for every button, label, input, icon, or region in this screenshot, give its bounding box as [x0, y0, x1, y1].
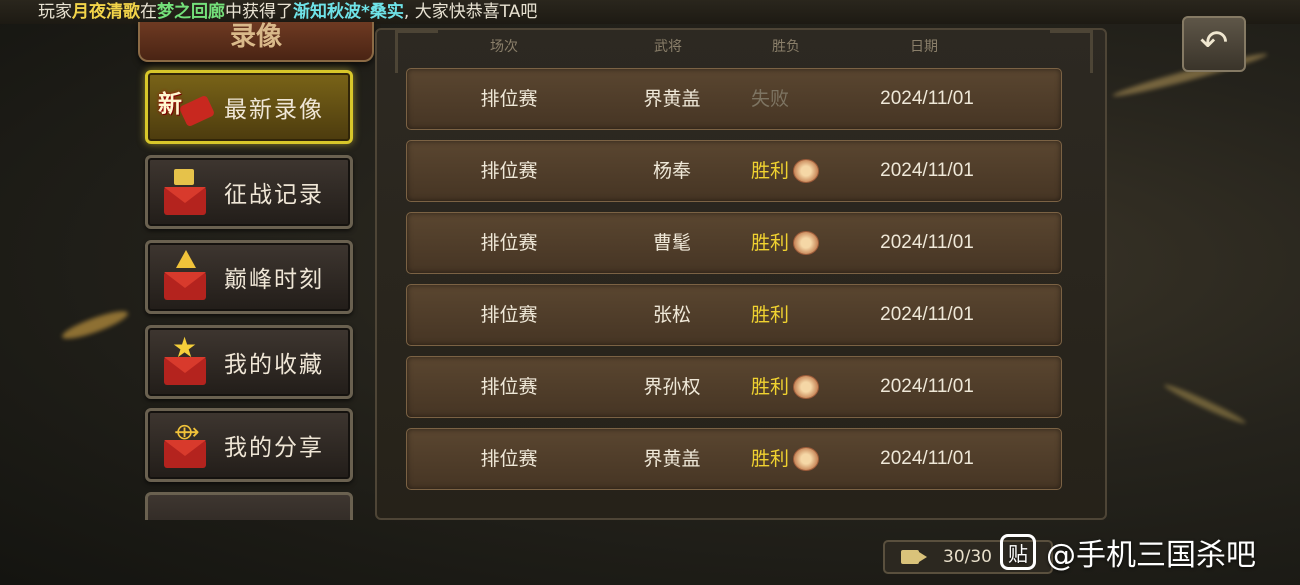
marquee-location: 梦之回廊	[157, 2, 225, 22]
announcement-marquee: 玩家月夜清歌在梦之回廊中获得了渐知秋波*桑实, 大家快恭喜TA吧	[0, 0, 1300, 24]
mvp-medal-icon	[793, 447, 820, 471]
sidebar-item-label: 征战记录	[224, 182, 324, 208]
column-header-type: 场次	[490, 39, 518, 55]
storage-count: 30/30	[943, 547, 992, 567]
star-envelope-icon: ★	[156, 331, 214, 391]
column-header-date: 日期	[910, 39, 938, 55]
mvp-medal-icon	[793, 159, 820, 183]
sidebar-item-peak-moments[interactable]: 巅峰时刻	[145, 240, 353, 314]
video-camera-icon	[901, 550, 927, 564]
result-text: 胜利	[751, 376, 790, 398]
date-cell: 2024/11/01	[880, 376, 974, 397]
marquee-text: , 大家快恭喜TA吧	[403, 2, 538, 22]
mvp-medal-icon	[793, 231, 820, 255]
arrow-envelope-icon	[156, 248, 214, 306]
marquee-text: 在	[140, 2, 157, 22]
table-row[interactable]: 排位赛 界黄盖 胜利 2024/11/01	[406, 428, 1062, 490]
back-arrow-icon: ↶	[1199, 23, 1229, 63]
watermark: 贴 @手机三国杀吧	[1000, 530, 1256, 574]
match-type-cell: 排位赛	[480, 376, 538, 398]
date-cell: 2024/11/01	[880, 304, 974, 325]
match-type-cell: 排位赛	[480, 88, 538, 110]
panel-corner-ornament	[1050, 30, 1093, 73]
date-cell: 2024/11/01	[880, 232, 974, 253]
result-cell: 失败	[751, 69, 837, 129]
general-name-cell: 张松	[652, 304, 691, 326]
table-row[interactable]: 排位赛 杨奉 胜利 2024/11/01	[406, 140, 1062, 202]
share-envelope-icon: ⟴	[156, 416, 214, 474]
sidebar-item-my-shares[interactable]: ⟴ 我的分享	[145, 408, 353, 482]
bg-light-streak	[1162, 381, 1248, 427]
sidebar-item-my-favorites[interactable]: ★ 我的收藏	[145, 325, 353, 399]
new-badge: 新	[158, 90, 184, 118]
table-row[interactable]: 排位赛 曹髦 胜利 2024/11/01	[406, 212, 1062, 274]
result-text: 胜利	[751, 304, 790, 326]
marquee-player-name: 月夜清歌	[72, 2, 140, 22]
sidebar-item-partial[interactable]	[145, 492, 353, 520]
column-header-general: 武将	[654, 39, 682, 55]
result-text: 胜利	[751, 160, 790, 182]
page-title: 录像	[138, 22, 374, 62]
sidebar-item-label: 最新录像	[224, 97, 324, 123]
match-type-cell: 排位赛	[480, 304, 538, 326]
date-cell: 2024/11/01	[880, 88, 974, 109]
panel-corner-ornament	[395, 30, 438, 73]
back-button[interactable]: ↶	[1182, 16, 1246, 72]
result-cell: 胜利	[751, 357, 837, 417]
match-type-cell: 排位赛	[480, 232, 538, 254]
general-name-cell: 杨奉	[652, 160, 691, 182]
match-type-cell: 排位赛	[480, 160, 538, 182]
flag-envelope-icon	[156, 163, 214, 221]
marquee-text: 中获得了	[225, 2, 293, 22]
bg-light-streak	[59, 306, 131, 344]
table-row[interactable]: 排位赛 张松 胜利 2024/11/01	[406, 284, 1062, 346]
sidebar-item-label: 我的分享	[224, 435, 324, 461]
marquee-text: 玩家	[38, 2, 72, 22]
result-text: 胜利	[751, 448, 790, 470]
result-cell: 胜利	[751, 141, 837, 201]
date-cell: 2024/11/01	[880, 448, 974, 469]
result-text: 胜利	[751, 232, 790, 254]
match-type-cell: 排位赛	[480, 448, 538, 470]
table-row[interactable]: 排位赛 界孙权 胜利 2024/11/01	[406, 356, 1062, 418]
table-row[interactable]: 排位赛 界黄盖 失败 2024/11/01	[406, 68, 1062, 130]
result-cell: 胜利	[751, 285, 837, 345]
watermark-text: @手机三国杀吧	[1046, 538, 1256, 573]
sidebar-item-label: 我的收藏	[224, 352, 324, 378]
date-cell: 2024/11/01	[880, 160, 974, 181]
column-header-result: 胜负	[772, 39, 800, 55]
general-name-cell: 曹髦	[652, 232, 691, 254]
sidebar-item-latest-replays[interactable]: 新 最新录像	[145, 70, 353, 144]
tieba-logo-icon: 贴	[1000, 534, 1036, 570]
sidebar-item-label: 巅峰时刻	[224, 267, 324, 293]
mvp-medal-icon	[793, 375, 820, 399]
new-ribbon-icon: 新	[156, 78, 216, 136]
result-cell: 胜利	[751, 429, 837, 489]
general-name-cell: 界黄盖	[643, 88, 701, 110]
result-cell: 胜利	[751, 213, 837, 273]
result-text: 失败	[751, 88, 790, 110]
general-name-cell: 界孙权	[643, 376, 701, 398]
sidebar-item-battle-records[interactable]: 征战记录	[145, 155, 353, 229]
general-name-cell: 界黄盖	[643, 448, 701, 470]
marquee-item: 渐知秋波*桑实	[293, 2, 404, 22]
